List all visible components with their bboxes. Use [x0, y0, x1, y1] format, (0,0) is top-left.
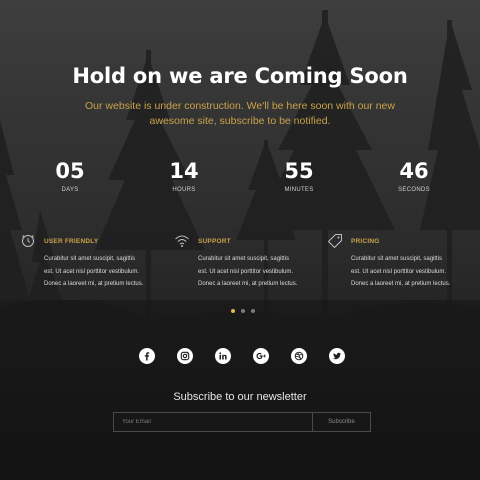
- countdown-label: SECONDS: [398, 187, 430, 193]
- google-plus-icon[interactable]: [253, 348, 269, 364]
- carousel-pagination: [231, 309, 255, 313]
- feature-text: Curabitur sit amet suscipit, sagittis es…: [351, 256, 451, 287]
- feature-title: PRICING: [351, 237, 380, 245]
- feature-pricing: PRICING Curabitur sit amet suscipit, sag…: [327, 233, 453, 291]
- countdown-seconds: 46 SECONDS: [384, 159, 444, 194]
- countdown-label: MINUTES: [284, 187, 314, 193]
- countdown-minutes: 55 MINUTES: [269, 159, 329, 194]
- carousel-dot-active[interactable]: [231, 309, 235, 313]
- carousel-dot[interactable]: [241, 309, 245, 313]
- page-subtitle: Our website is under construction. We'll…: [85, 100, 395, 127]
- countdown-hours: 14 HOURS: [154, 159, 214, 194]
- subscribe-button[interactable]: Subscribe: [312, 413, 370, 431]
- facebook-icon[interactable]: [139, 348, 155, 364]
- countdown-value: 55: [284, 159, 314, 183]
- coming-soon-page: Hold on we are Coming Soon Our website i…: [0, 0, 480, 480]
- twitter-icon[interactable]: [329, 348, 345, 364]
- countdown-value: 46: [399, 159, 429, 183]
- countdown-days: 05 DAYS: [40, 159, 100, 194]
- social-links: [139, 348, 345, 364]
- email-field[interactable]: [114, 413, 312, 431]
- feature-support: SUPPORT Curabitur sit amet suscipit, sag…: [174, 233, 300, 291]
- feature-title: SUPPORT: [198, 237, 231, 245]
- linkedin-icon[interactable]: [215, 348, 231, 364]
- countdown-value: 14: [169, 159, 199, 183]
- tag-icon: [327, 233, 343, 249]
- feature-text: Curabitur sit amet suscipit, sagittis es…: [44, 256, 144, 287]
- countdown-label: DAYS: [61, 187, 79, 193]
- dribbble-icon[interactable]: [291, 348, 307, 364]
- feature-title: USER FRIENDLY: [44, 237, 99, 245]
- countdown-value: 05: [55, 159, 85, 183]
- newsletter-form: Subscribe: [113, 412, 371, 432]
- countdown-label: HOURS: [172, 187, 196, 193]
- feature-user-friendly: USER FRIENDLY Curabitur sit amet suscipi…: [20, 233, 146, 291]
- clock-icon: [20, 233, 36, 249]
- wifi-icon: [174, 233, 190, 249]
- feature-text: Curabitur sit amet suscipit, sagittis es…: [198, 256, 298, 287]
- newsletter-title: Subscribe to our newsletter: [173, 391, 307, 403]
- page-title: Hold on we are Coming Soon: [72, 64, 408, 88]
- instagram-icon[interactable]: [177, 348, 193, 364]
- carousel-dot[interactable]: [251, 309, 255, 313]
